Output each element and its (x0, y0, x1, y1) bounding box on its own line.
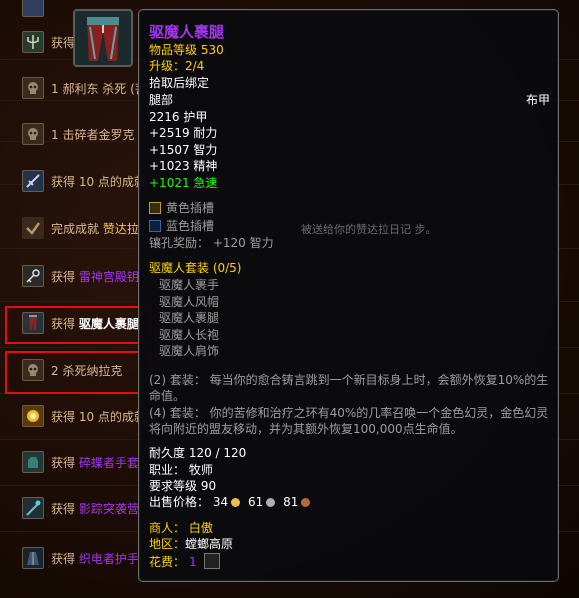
stat-spirit: +1023 精神 (149, 159, 218, 173)
item-link[interactable]: 碎蝶者手套 (79, 456, 139, 470)
currency-token-icon (204, 553, 221, 569)
list-item-text: 1 郝利东 杀死 (菩 (51, 81, 147, 96)
check-icon (22, 217, 44, 239)
armor-value: 2216 护甲 (149, 110, 208, 124)
blue-socket-icon (149, 220, 161, 232)
zone: 地区：螳螂高原 (149, 537, 234, 551)
list-item-text: 1 击碎者金罗克 (51, 127, 135, 142)
set-bonus-2-cont: 命值。 (149, 389, 186, 403)
bind-type: 拾取后绑定 (149, 76, 210, 90)
gloves-icon (22, 451, 44, 473)
trident-icon (22, 31, 44, 53)
gold-burst-icon (22, 405, 44, 427)
set-item: 驱魔人风帽 (159, 295, 220, 309)
skull-icon (22, 77, 44, 99)
item-link[interactable]: 织电者护手 (79, 552, 139, 566)
set-name: 驱魔人套装 (0/5) (149, 261, 242, 275)
skull-icon (22, 123, 44, 145)
key-icon (22, 265, 44, 287)
class-requirement: 职业： 牧师 (149, 463, 213, 477)
set-bonus-4: (4) 套装： 你的苦修和治疗之环有40%的几率召唤一个金色幻灵，金色幻灵 (149, 406, 549, 420)
robe-icon (22, 547, 44, 569)
list-item-text: 完成成就 赞达拉 (51, 221, 139, 236)
durability: 耐久度 120 / 120 (149, 446, 247, 460)
set-item: 驱魔人肩饰 (159, 344, 220, 358)
item-link[interactable]: 影踪突袭营 (79, 502, 139, 516)
merchant: 商人： 白傲 (149, 521, 213, 535)
stat-haste: +1021 急速 (149, 176, 218, 190)
list-item-text: 获得 织电者护手 (51, 551, 139, 566)
list-item-text: 获得 影踪突袭营 (51, 501, 139, 516)
stat-stamina: +2519 耐力 (149, 126, 218, 140)
set-item: 驱魔人裹手 (159, 278, 220, 292)
item-icon (73, 9, 133, 67)
achievement-link[interactable]: 赞达拉 (103, 222, 139, 236)
item-name: 驱魔人裹腿 (149, 23, 225, 41)
armor-type: 布甲 (526, 93, 551, 107)
list-item-text: 获得 10 点的成就 (51, 409, 146, 424)
highlight-box (5, 306, 151, 344)
item-slot: 腿部 (149, 93, 174, 107)
socket-blue: 蓝色插槽 (149, 218, 214, 234)
yellow-socket-icon (149, 202, 161, 214)
sell-price: 出售价格： 34 61 81 (149, 494, 314, 510)
obscured-background-text: 被送给你的赞达拉日记 步。 (301, 223, 437, 236)
set-bonus-2: (2) 套装： 每当你的愈合铸言跳到一个新目标身上时，会额外恢复10%的生 (149, 373, 549, 387)
item-link[interactable]: 雷神宫殿钥 (79, 270, 139, 284)
item-tooltip: 驱魔人裹腿 物品等级 530 升级：2/4 拾取后绑定 腿部 布甲 2216 护… (138, 9, 559, 582)
list-item-text: 获得 雷神宫殿钥 (51, 269, 139, 284)
list-item-text: 获得 碎蝶者手套 (51, 455, 139, 470)
level-requirement: 要求等级 90 (149, 479, 217, 493)
list-item-text: 获得 (51, 35, 76, 50)
socket-yellow: 黄色插槽 (149, 200, 214, 216)
staff-icon (22, 497, 44, 519)
cost: 花费： 1 (149, 553, 221, 570)
gold-coin-icon (231, 498, 241, 507)
socket-bonus: 镶孔奖励： +120 智力 (149, 236, 274, 250)
scroll-icon (22, 0, 44, 17)
upgrade-level: 升级：2/4 (149, 59, 205, 73)
copper-coin-icon (301, 498, 311, 507)
set-bonus-4-cont: 将向附近的盟友移动，并为其额外恢复100,000点生命值。 (149, 422, 463, 436)
silver-coin-icon (266, 498, 276, 507)
list-item-text: 获得 10 点的成就 (51, 174, 146, 189)
stat-intellect: +1507 智力 (149, 143, 218, 157)
sword-icon (22, 170, 44, 192)
set-item: 驱魔人长袍 (159, 328, 220, 342)
item-level: 物品等级 530 (149, 43, 224, 57)
set-item: 驱魔人裹腿 (159, 311, 220, 325)
highlight-box (5, 351, 151, 394)
